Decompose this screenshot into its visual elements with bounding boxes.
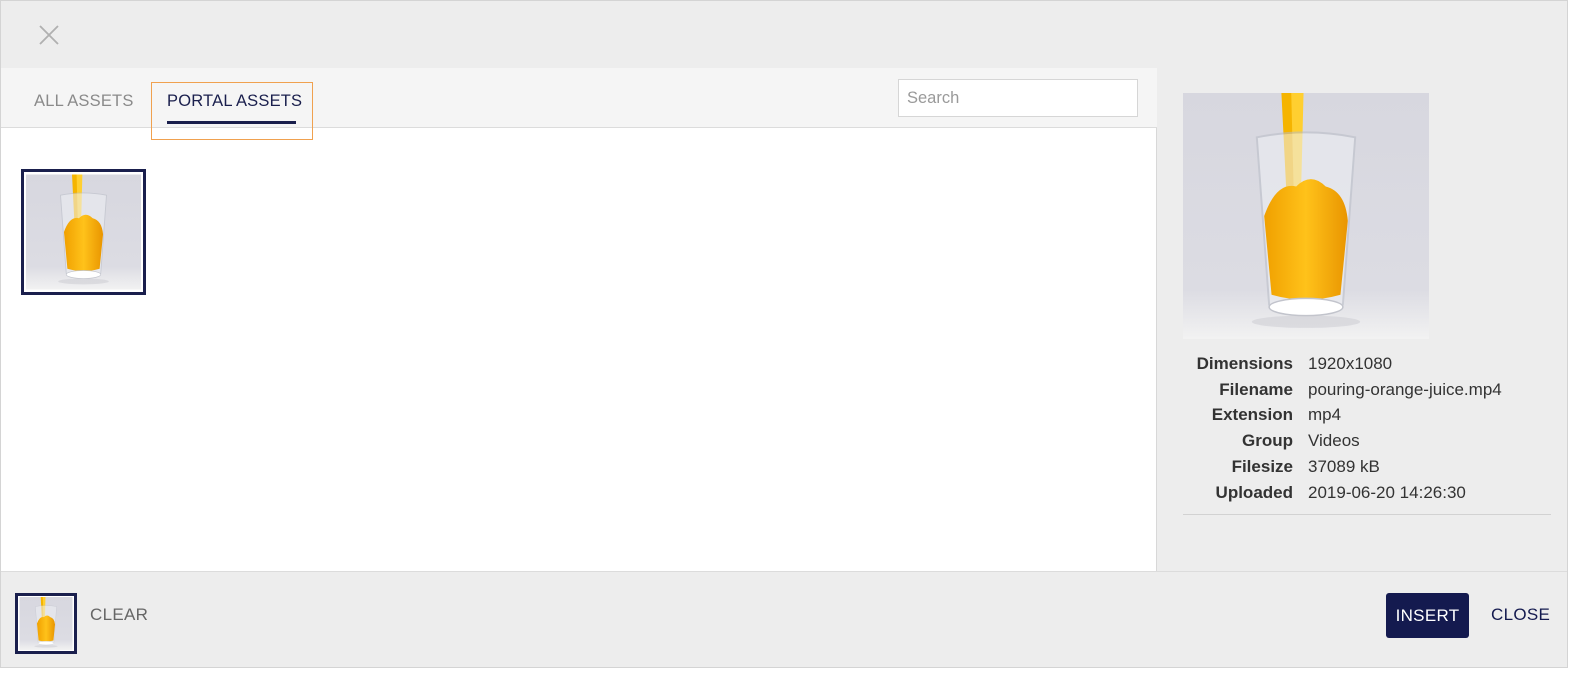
tab-bar: ALL ASSETS PORTAL ASSETS xyxy=(1,68,1157,140)
metadata-value: 37089 kB xyxy=(1308,457,1380,477)
search-input[interactable] xyxy=(898,79,1138,117)
insert-button[interactable]: INSERT xyxy=(1386,593,1469,638)
metadata-value: 2019-06-20 14:26:30 xyxy=(1308,482,1466,502)
metadata-row-uploaded: Uploaded 2019-06-20 14:26:30 xyxy=(1183,480,1551,506)
metadata-label: Filename xyxy=(1219,379,1293,399)
metadata-label: Group xyxy=(1242,431,1293,451)
tab-portal-assets-label: PORTAL ASSETS xyxy=(167,92,303,110)
selected-asset-thumbnail xyxy=(15,593,77,654)
metadata-value: 1920x1080 xyxy=(1308,353,1393,373)
metadata-label: Dimensions xyxy=(1196,353,1293,373)
close-icon[interactable] xyxy=(37,23,61,47)
metadata-label: Filesize xyxy=(1231,457,1293,477)
asset-preview xyxy=(1183,93,1429,339)
metadata-label: Uploaded xyxy=(1215,482,1293,502)
asset-metadata: Dimensions 1920x1080 Filename pouring-or… xyxy=(1183,351,1551,515)
dialog-footer: CLEAR INSERT CLOSE xyxy=(1,571,1567,667)
metadata-row-filename: Filename pouring-orange-juice.mp4 xyxy=(1183,377,1551,403)
metadata-row-extension: Extension mp4 xyxy=(1183,403,1551,429)
active-tab-underline xyxy=(167,121,296,124)
tab-portal-assets[interactable]: PORTAL ASSETS xyxy=(151,82,313,140)
dialog-header xyxy=(1,1,1567,68)
metadata-row-dimensions: Dimensions 1920x1080 xyxy=(1183,351,1551,377)
asset-browser: ALL ASSETS PORTAL ASSETS xyxy=(1,68,1157,571)
orange-juice-glass-image xyxy=(1183,93,1429,339)
orange-juice-glass-image xyxy=(19,597,73,650)
metadata-row-group: Group Videos xyxy=(1183,428,1551,454)
tab-all-assets[interactable]: ALL ASSETS xyxy=(17,82,145,140)
metadata-value: mp4 xyxy=(1308,405,1342,425)
close-button[interactable]: CLOSE xyxy=(1491,605,1550,625)
asset-picker-dialog: ALL ASSETS PORTAL ASSETS Dimensions 1920… xyxy=(0,0,1568,668)
metadata-value: Videos xyxy=(1308,431,1360,451)
metadata-value: pouring-orange-juice.mp4 xyxy=(1308,379,1502,399)
metadata-row-filesize: Filesize 37089 kB xyxy=(1183,454,1551,480)
asset-thumbnail[interactable] xyxy=(21,169,146,295)
metadata-label: Extension xyxy=(1211,405,1293,425)
clear-button[interactable]: CLEAR xyxy=(90,605,148,625)
asset-details-panel: Dimensions 1920x1080 Filename pouring-or… xyxy=(1158,68,1567,571)
orange-juice-glass-image xyxy=(26,174,141,290)
